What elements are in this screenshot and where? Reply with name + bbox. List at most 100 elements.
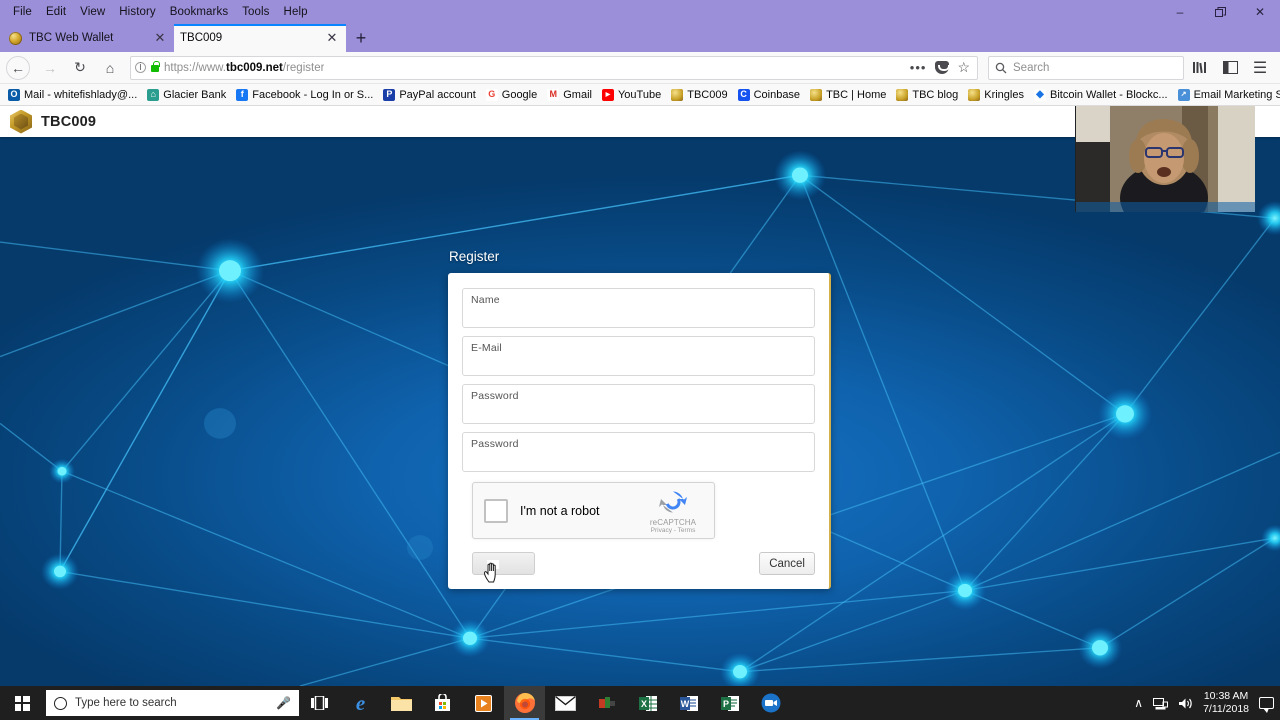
start-button[interactable] [0,686,44,720]
menu-bookmarks[interactable]: Bookmarks [163,4,235,20]
taskbar-app-powerpoint[interactable]: P [709,686,750,720]
taskbar-app-media-player[interactable] [463,686,504,720]
bookmark-tbc-blog[interactable]: TBC blog [892,88,962,102]
taskbar-app-excel[interactable]: X [627,686,668,720]
password-confirm-field[interactable]: Password [462,432,815,472]
password-field[interactable]: Password [462,384,815,424]
taskbar-app-edge[interactable]: e [340,686,381,720]
video-camera-icon [761,693,780,713]
show-hidden-icons-chevron[interactable]: ∧ [1134,696,1143,710]
webcam-video [1076,106,1255,212]
screen: File Edit View History Bookmarks Tools H… [0,0,1280,720]
email-label: E-Mail [471,342,502,354]
name-field[interactable]: Name [462,288,815,328]
bookmark-google[interactable]: G Google [482,88,541,102]
recaptcha-icon [658,487,688,517]
bookmark-email-marketing[interactable]: ↗Email Marketing Softw... [1174,88,1280,102]
name-value [471,306,806,322]
pocket-icon[interactable] [935,61,951,74]
windows-taskbar: Type here to search 🎤 e X W P ∧ 10:38 AM… [0,686,1280,720]
site-info-icon[interactable]: i [135,62,146,73]
bookmark-tbc-home[interactable]: TBC | Home [806,88,890,102]
bookmark-glacier-bank[interactable]: ⌂ Glacier Bank [143,88,230,102]
taskbar-clock[interactable]: 10:38 AM 7/11/2018 [1203,690,1249,716]
bookmark-label: Mail - whitefishlady@... [24,88,138,101]
bookmark-mail[interactable]: O Mail - whitefishlady@... [4,88,141,102]
taskbar-app-firefox[interactable] [504,686,545,720]
tab-tbc009[interactable]: TBC009 ✕ [174,24,346,52]
bookmark-tbc009[interactable]: TBC009 [667,88,731,102]
close-button[interactable]: ✕ [1240,0,1280,24]
edge-icon: e [355,690,366,715]
taskbar-app-video-call[interactable] [750,686,791,720]
menu-tools[interactable]: Tools [235,4,276,20]
search-placeholder: Search [1013,61,1050,74]
search-bar[interactable]: Search [988,55,1184,80]
youtube-icon: ▶ [601,88,614,101]
bookmark-youtube[interactable]: ▶ YouTube [598,88,665,102]
bookmark-bitcoin-wallet[interactable]: ◆ Bitcoin Wallet - Blockc... [1030,88,1172,102]
name-label: Name [471,294,500,306]
minimize-button[interactable]: – [1160,0,1200,24]
new-tab-button[interactable]: + [346,24,376,52]
volume-icon[interactable] [1178,697,1193,710]
menu-history[interactable]: History [112,4,162,20]
home-button[interactable]: ⌂ [96,55,124,81]
menu-help[interactable]: Help [277,4,315,20]
bookmark-label: Glacier Bank [163,88,227,101]
bookmark-facebook[interactable]: f Facebook - Log In or S... [232,88,377,102]
bookmark-star-icon[interactable]: ☆ [954,59,973,76]
reload-button[interactable]: ↻ [66,55,94,81]
register-card: Name E-Mail Password Password I'm not a … [448,273,831,589]
email-field[interactable]: E-Mail [462,336,815,376]
forward-button[interactable]: → [36,55,64,81]
tab-close-icon[interactable]: ✕ [152,30,168,46]
taskbar-app-word[interactable]: W [668,686,709,720]
bookmark-label: Google [501,88,538,101]
taskbar-app-store[interactable] [422,686,463,720]
coin-icon [896,88,909,101]
google-icon: G [485,88,498,101]
microphone-icon[interactable]: 🎤 [276,696,291,710]
bookmark-paypal[interactable]: P PayPal account [379,88,479,102]
restore-button[interactable] [1200,0,1240,24]
bookmark-label: Bitcoin Wallet - Blockc... [1049,88,1168,101]
network-icon[interactable] [1153,697,1169,710]
tbc-logo-icon[interactable] [10,109,32,134]
back-button[interactable]: ← [6,55,30,80]
recaptcha-widget[interactable]: I'm not a robot reCAPTCHA Privacy - Term… [472,482,715,539]
tab-tbc-web-wallet[interactable]: TBC Web Wallet ✕ [2,24,174,52]
bookmark-gmail[interactable]: M Gmail [543,88,596,102]
recaptcha-checkbox[interactable] [484,498,508,523]
url-bar[interactable]: i https://www.tbc009.net/register ••• ☆ [130,55,978,80]
cancel-button[interactable]: Cancel [759,552,815,575]
bookmark-label: TBC009 [687,88,728,101]
menu-view[interactable]: View [73,4,112,20]
taskbar-app-mail[interactable] [545,686,586,720]
bookmark-coinbase[interactable]: C Coinbase [734,88,804,102]
taskbar-app-pinned[interactable] [586,686,627,720]
task-view-button[interactable] [299,686,340,720]
window-controls: – ✕ [1160,0,1280,24]
bookmark-label: TBC | Home [826,88,887,101]
taskbar-app-file-explorer[interactable] [381,686,422,720]
bookmark-label: TBC blog [912,88,959,101]
library-button[interactable] [1186,55,1214,81]
bookmark-kringles[interactable]: Kringles [964,88,1028,102]
recaptcha-terms[interactable]: Privacy - Terms [643,527,703,534]
coin-icon [968,88,981,101]
menu-file[interactable]: File [6,4,39,20]
firefox-window: File Edit View History Bookmarks Tools H… [0,0,1280,686]
tab-close-icon[interactable]: ✕ [324,30,340,46]
windows-logo-icon [14,695,30,711]
email-marketing-icon: ↗ [1177,88,1190,101]
recaptcha-brand-text: reCAPTCHA [649,518,697,527]
menu-edit[interactable]: Edit [39,4,73,20]
page-actions-icon[interactable]: ••• [906,60,931,75]
action-center-icon[interactable] [1259,697,1274,713]
sidebar-button[interactable] [1216,55,1244,81]
taskbar-search-box[interactable]: Type here to search 🎤 [46,690,299,716]
web-page: TBC009 Register Name E-Mail Password Pas… [0,106,1280,686]
site-title[interactable]: TBC009 [41,114,96,130]
app-menu-button[interactable]: ☰ [1246,55,1274,81]
